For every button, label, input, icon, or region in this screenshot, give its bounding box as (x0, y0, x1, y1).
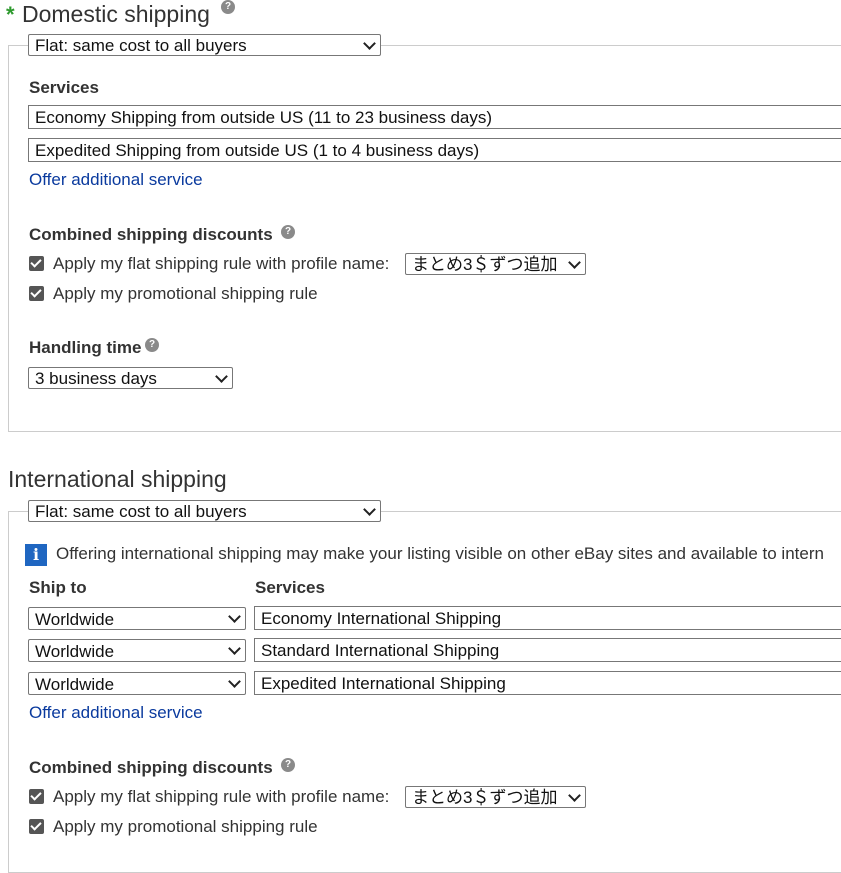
ship-to-label: Ship to (29, 578, 87, 597)
domestic-service-2[interactable]: Expedited Shipping from outside US (1 to… (28, 138, 841, 162)
ship-to-value: Worldwide (35, 675, 115, 694)
ship-to-select-2[interactable]: Worldwide (28, 639, 246, 662)
flat-rule-profile-value: まとめ3＄ずつ追加 (412, 788, 558, 807)
domestic-shipping-title: Domestic shipping (22, 1, 210, 28)
promo-rule-label: Apply my promotional shipping rule (53, 817, 318, 836)
handling-time-label: Handling time (29, 338, 142, 357)
international-cost-type-value: Flat: same cost to all buyers (35, 502, 247, 521)
services-label: Services (255, 578, 325, 597)
international-service-3[interactable]: Expedited International Shipping (254, 671, 841, 695)
ship-to-select-3[interactable]: Worldwide (28, 672, 246, 695)
handling-time-select[interactable]: 3 business days (28, 367, 233, 389)
chevron-down-icon (228, 642, 241, 655)
chevron-down-icon (568, 789, 581, 802)
services-label: Services (29, 78, 99, 97)
domestic-service-1[interactable]: Economy Shipping from outside US (11 to … (28, 105, 841, 129)
chevron-down-icon (228, 675, 241, 688)
help-icon[interactable]: ? (221, 0, 235, 14)
domestic-cost-type-value: Flat: same cost to all buyers (35, 36, 247, 55)
promo-rule-label: Apply my promotional shipping rule (53, 284, 318, 303)
flat-rule-label: Apply my flat shipping rule with profile… (53, 254, 390, 273)
chevron-down-icon (363, 37, 376, 50)
ship-to-value: Worldwide (35, 610, 115, 629)
handling-time-value: 3 business days (35, 369, 157, 388)
info-icon: i (25, 544, 47, 566)
domestic-cost-type-select[interactable]: Flat: same cost to all buyers (28, 34, 381, 56)
chevron-down-icon (228, 610, 241, 623)
promo-rule-checkbox[interactable] (29, 819, 44, 834)
offer-additional-service-link[interactable]: Offer additional service (29, 703, 203, 723)
required-marker: * (6, 2, 15, 27)
help-icon[interactable]: ? (145, 338, 159, 352)
help-icon[interactable]: ? (281, 758, 295, 772)
help-icon[interactable]: ? (281, 225, 295, 239)
international-info-text: Offering international shipping may make… (56, 544, 824, 563)
flat-rule-profile-select[interactable]: まとめ3＄ずつ追加 (405, 253, 586, 275)
ship-to-value: Worldwide (35, 642, 115, 661)
ship-to-select-1[interactable]: Worldwide (28, 607, 246, 630)
combined-discounts-label: Combined shipping discounts (29, 758, 273, 777)
chevron-down-icon (363, 503, 376, 516)
chevron-down-icon (215, 370, 228, 383)
promo-rule-checkbox[interactable] (29, 286, 44, 301)
international-service-2[interactable]: Standard International Shipping (254, 638, 841, 662)
international-service-1[interactable]: Economy International Shipping (254, 606, 841, 630)
combined-discounts-label: Combined shipping discounts (29, 225, 273, 244)
flat-rule-profile-select[interactable]: まとめ3＄ずつ追加 (405, 786, 586, 808)
flat-rule-checkbox[interactable] (29, 256, 44, 271)
international-shipping-title: International shipping (8, 466, 227, 492)
flat-rule-profile-value: まとめ3＄ずつ追加 (412, 255, 558, 274)
offer-additional-service-link[interactable]: Offer additional service (29, 170, 203, 190)
flat-rule-checkbox[interactable] (29, 789, 44, 804)
international-cost-type-select[interactable]: Flat: same cost to all buyers (28, 500, 381, 522)
chevron-down-icon (568, 256, 581, 269)
flat-rule-label: Apply my flat shipping rule with profile… (53, 787, 390, 806)
